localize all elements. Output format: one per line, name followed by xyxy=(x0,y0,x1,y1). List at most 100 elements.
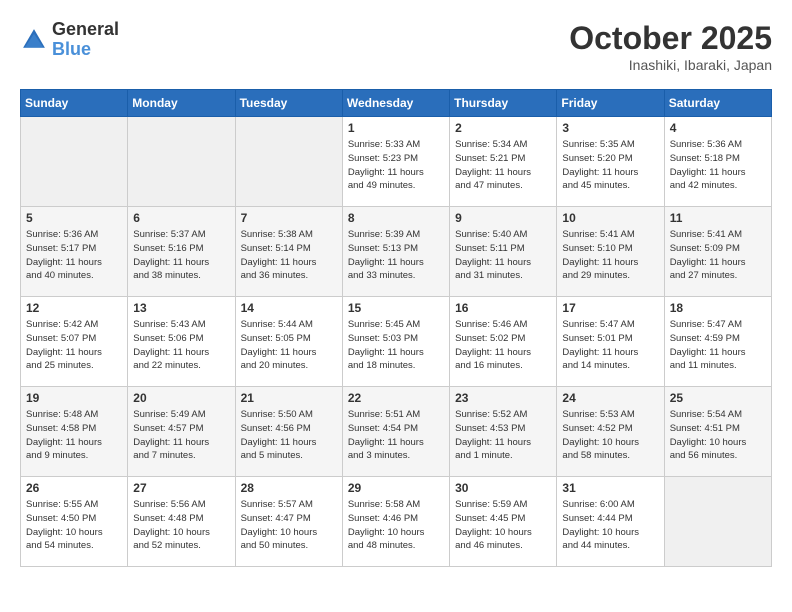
day-info: Sunrise: 5:55 AM Sunset: 4:50 PM Dayligh… xyxy=(26,498,122,553)
day-info: Sunrise: 5:43 AM Sunset: 5:06 PM Dayligh… xyxy=(133,318,229,373)
day-info: Sunrise: 5:56 AM Sunset: 4:48 PM Dayligh… xyxy=(133,498,229,553)
day-info: Sunrise: 5:54 AM Sunset: 4:51 PM Dayligh… xyxy=(670,408,766,463)
calendar-cell: 17 Sunrise: 5:47 AM Sunset: 5:01 PM Dayli… xyxy=(557,297,664,387)
day-number: 23 xyxy=(455,391,551,405)
calendar-cell: 16 Sunrise: 5:46 AM Sunset: 5:02 PM Dayli… xyxy=(450,297,557,387)
day-info: Sunrise: 5:45 AM Sunset: 5:03 PM Dayligh… xyxy=(348,318,444,373)
weekday-header-thursday: Thursday xyxy=(450,90,557,117)
calendar-cell: 5Sunrise: 5:36 AM Sunset: 5:17 PM Daylig… xyxy=(21,207,128,297)
day-info: Sunrise: 5:57 AM Sunset: 4:47 PM Dayligh… xyxy=(241,498,337,553)
calendar-cell: 26 Sunrise: 5:55 AM Sunset: 4:50 PM Dayli… xyxy=(21,477,128,567)
calendar-cell: 20 Sunrise: 5:49 AM Sunset: 4:57 PM Dayli… xyxy=(128,387,235,477)
logo-line2: Blue xyxy=(52,40,119,60)
day-info: Sunrise: 5:41 AM Sunset: 5:09 PM Dayligh… xyxy=(670,228,766,283)
calendar-cell: 2 Sunrise: 5:34 AM Sunset: 5:21 PM Daylig… xyxy=(450,117,557,207)
day-number: 26 xyxy=(26,481,122,495)
calendar-cell: 23 Sunrise: 5:52 AM Sunset: 4:53 PM Dayli… xyxy=(450,387,557,477)
calendar-cell xyxy=(664,477,771,567)
location-subtitle: Inashiki, Ibaraki, Japan xyxy=(569,57,772,73)
calendar-cell: 12 Sunrise: 5:42 AM Sunset: 5:07 PM Dayli… xyxy=(21,297,128,387)
calendar-cell: 22Sunrise: 5:51 AM Sunset: 4:54 PM Dayli… xyxy=(342,387,449,477)
day-info: Sunrise: 5:36 AM Sunset: 5:18 PM Dayligh… xyxy=(670,138,766,193)
day-number: 21 xyxy=(241,391,337,405)
calendar-cell: 21 Sunrise: 5:50 AM Sunset: 4:56 PM Dayli… xyxy=(235,387,342,477)
day-number: 25 xyxy=(670,391,766,405)
day-number: 24 xyxy=(562,391,658,405)
calendar-cell: 7 Sunrise: 5:38 AM Sunset: 5:14 PM Daylig… xyxy=(235,207,342,297)
day-info: Sunrise: 5:59 AM Sunset: 4:45 PM Dayligh… xyxy=(455,498,551,553)
calendar-cell: 13Sunrise: 5:43 AM Sunset: 5:06 PM Dayli… xyxy=(128,297,235,387)
day-info: Sunrise: 5:52 AM Sunset: 4:53 PM Dayligh… xyxy=(455,408,551,463)
logo-icon xyxy=(20,26,48,54)
calendar-cell xyxy=(128,117,235,207)
day-number: 15 xyxy=(348,301,444,315)
day-number: 2 xyxy=(455,121,551,135)
calendar-cell: 4 Sunrise: 5:36 AM Sunset: 5:18 PM Daylig… xyxy=(664,117,771,207)
logo: General Blue xyxy=(20,20,119,60)
calendar-cell: 30 Sunrise: 5:59 AM Sunset: 4:45 PM Dayli… xyxy=(450,477,557,567)
day-info: Sunrise: 6:00 AM Sunset: 4:44 PM Dayligh… xyxy=(562,498,658,553)
calendar-cell: 9 Sunrise: 5:40 AM Sunset: 5:11 PM Daylig… xyxy=(450,207,557,297)
calendar-table: SundayMondayTuesdayWednesdayThursdayFrid… xyxy=(20,89,772,567)
day-number: 31 xyxy=(562,481,658,495)
weekday-header-sunday: Sunday xyxy=(21,90,128,117)
calendar-cell: 8Sunrise: 5:39 AM Sunset: 5:13 PM Daylig… xyxy=(342,207,449,297)
calendar-cell: 10Sunrise: 5:41 AM Sunset: 5:10 PM Dayli… xyxy=(557,207,664,297)
title-block: October 2025 Inashiki, Ibaraki, Japan xyxy=(569,20,772,73)
calendar-cell xyxy=(21,117,128,207)
day-number: 30 xyxy=(455,481,551,495)
day-number: 3 xyxy=(562,121,658,135)
day-number: 12 xyxy=(26,301,122,315)
day-number: 19 xyxy=(26,391,122,405)
calendar-cell: 11Sunrise: 5:41 AM Sunset: 5:09 PM Dayli… xyxy=(664,207,771,297)
calendar-cell: 28Sunrise: 5:57 AM Sunset: 4:47 PM Dayli… xyxy=(235,477,342,567)
calendar-cell: 1Sunrise: 5:33 AM Sunset: 5:23 PM Daylig… xyxy=(342,117,449,207)
day-info: Sunrise: 5:53 AM Sunset: 4:52 PM Dayligh… xyxy=(562,408,658,463)
week-row-1: 1Sunrise: 5:33 AM Sunset: 5:23 PM Daylig… xyxy=(21,117,772,207)
calendar-cell: 18Sunrise: 5:47 AM Sunset: 4:59 PM Dayli… xyxy=(664,297,771,387)
day-info: Sunrise: 5:47 AM Sunset: 4:59 PM Dayligh… xyxy=(670,318,766,373)
day-info: Sunrise: 5:36 AM Sunset: 5:17 PM Dayligh… xyxy=(26,228,122,283)
day-number: 14 xyxy=(241,301,337,315)
day-number: 7 xyxy=(241,211,337,225)
calendar-cell: 24 Sunrise: 5:53 AM Sunset: 4:52 PM Dayli… xyxy=(557,387,664,477)
day-info: Sunrise: 5:46 AM Sunset: 5:02 PM Dayligh… xyxy=(455,318,551,373)
day-number: 6 xyxy=(133,211,229,225)
day-number: 9 xyxy=(455,211,551,225)
day-info: Sunrise: 5:49 AM Sunset: 4:57 PM Dayligh… xyxy=(133,408,229,463)
day-number: 16 xyxy=(455,301,551,315)
day-info: Sunrise: 5:38 AM Sunset: 5:14 PM Dayligh… xyxy=(241,228,337,283)
weekday-header-saturday: Saturday xyxy=(664,90,771,117)
week-row-2: 5Sunrise: 5:36 AM Sunset: 5:17 PM Daylig… xyxy=(21,207,772,297)
day-info: Sunrise: 5:50 AM Sunset: 4:56 PM Dayligh… xyxy=(241,408,337,463)
weekday-header-row: SundayMondayTuesdayWednesdayThursdayFrid… xyxy=(21,90,772,117)
day-info: Sunrise: 5:40 AM Sunset: 5:11 PM Dayligh… xyxy=(455,228,551,283)
day-number: 17 xyxy=(562,301,658,315)
weekday-header-tuesday: Tuesday xyxy=(235,90,342,117)
week-row-3: 12 Sunrise: 5:42 AM Sunset: 5:07 PM Dayli… xyxy=(21,297,772,387)
logo-line1: General xyxy=(52,20,119,40)
day-number: 4 xyxy=(670,121,766,135)
day-info: Sunrise: 5:51 AM Sunset: 4:54 PM Dayligh… xyxy=(348,408,444,463)
calendar-cell xyxy=(235,117,342,207)
weekday-header-friday: Friday xyxy=(557,90,664,117)
day-info: Sunrise: 5:58 AM Sunset: 4:46 PM Dayligh… xyxy=(348,498,444,553)
day-info: Sunrise: 5:47 AM Sunset: 5:01 PM Dayligh… xyxy=(562,318,658,373)
day-info: Sunrise: 5:35 AM Sunset: 5:20 PM Dayligh… xyxy=(562,138,658,193)
calendar-cell: 14 Sunrise: 5:44 AM Sunset: 5:05 PM Dayli… xyxy=(235,297,342,387)
month-title: October 2025 xyxy=(569,20,772,57)
week-row-4: 19Sunrise: 5:48 AM Sunset: 4:58 PM Dayli… xyxy=(21,387,772,477)
day-info: Sunrise: 5:41 AM Sunset: 5:10 PM Dayligh… xyxy=(562,228,658,283)
day-number: 1 xyxy=(348,121,444,135)
day-info: Sunrise: 5:34 AM Sunset: 5:21 PM Dayligh… xyxy=(455,138,551,193)
calendar-cell: 25 Sunrise: 5:54 AM Sunset: 4:51 PM Dayli… xyxy=(664,387,771,477)
calendar-cell: 3 Sunrise: 5:35 AM Sunset: 5:20 PM Daylig… xyxy=(557,117,664,207)
day-number: 27 xyxy=(133,481,229,495)
day-info: Sunrise: 5:42 AM Sunset: 5:07 PM Dayligh… xyxy=(26,318,122,373)
day-number: 20 xyxy=(133,391,229,405)
week-row-5: 26 Sunrise: 5:55 AM Sunset: 4:50 PM Dayli… xyxy=(21,477,772,567)
calendar-cell: 6Sunrise: 5:37 AM Sunset: 5:16 PM Daylig… xyxy=(128,207,235,297)
calendar-cell: 29Sunrise: 5:58 AM Sunset: 4:46 PM Dayli… xyxy=(342,477,449,567)
calendar-cell: 19Sunrise: 5:48 AM Sunset: 4:58 PM Dayli… xyxy=(21,387,128,477)
day-info: Sunrise: 5:44 AM Sunset: 5:05 PM Dayligh… xyxy=(241,318,337,373)
